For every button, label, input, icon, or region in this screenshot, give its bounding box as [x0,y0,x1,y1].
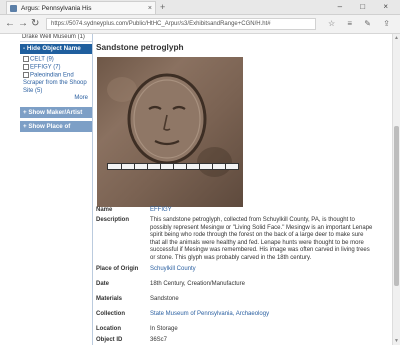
petroglyph-photo[interactable] [97,57,243,207]
checkbox-icon[interactable] [23,56,29,62]
checkbox-icon[interactable] [23,64,29,71]
facet-item[interactable]: CELT (9) [23,56,90,64]
name-link[interactable]: EFFIGY [150,207,375,215]
scrollbar-thumb[interactable] [394,126,399,286]
collection-link[interactable]: State Museum of Pennsylvania, Archaeolog… [150,311,375,319]
show-maker-artist-toggle[interactable]: + Show Maker/Artist [20,106,92,118]
facet-item[interactable]: Paleoindian End Scraper from the Shoop S… [23,72,90,95]
hide-object-name-toggle[interactable]: - Hide Object Name [20,44,92,54]
facet-sidebar: Drake Well Museum (1) - Hide Object Name… [20,34,92,345]
window-controls[interactable]: – □ × [338,0,396,14]
more-link[interactable]: More [23,95,90,103]
back-arrow-icon[interactable]: ← [5,17,15,31]
tab-title: Argus: Pennsylvania His [21,5,92,12]
page-content: Drake Well Museum (1) - Hide Object Name… [0,34,392,345]
object-name-facet-list: CELT (9) EFFIGY (7) Paleoindian End Scra… [20,54,92,104]
page-scrollbar[interactable]: ▲ ▼ [392,34,400,345]
record-detail: Sandstone petroglyph Name EFFIGY Descrip… [92,34,379,345]
measurement-scale [107,163,239,170]
tab-close-icon[interactable]: × [148,2,152,14]
checkbox-icon[interactable] [23,72,29,79]
scroll-up-icon[interactable]: ▲ [394,35,399,41]
browser-titlebar: Argus: Pennsylvania His × + – □ × [0,0,400,15]
show-place-of-origin-toggle[interactable]: + Show Place of Origin [20,120,92,139]
browser-tab[interactable]: Argus: Pennsylvania His × [6,1,156,14]
scroll-down-icon[interactable]: ▼ [394,338,399,344]
facet-item-drake-well[interactable]: Drake Well Museum (1) [20,34,92,42]
description-text: This sandstone petroglyph, collected fro… [150,217,373,261]
facet-item[interactable]: EFFIGY (7) [23,64,90,72]
forward-arrow-icon[interactable]: → [18,17,28,31]
address-bar[interactable]: https://5074.sydneyplus.com/Public/HtHC_… [46,18,316,30]
refresh-icon[interactable]: ↻ [31,17,39,31]
record-title: Sandstone petroglyph [96,42,184,52]
tab-favicon-icon [10,5,17,12]
browser-navbar: ← → ↻ https://5074.sydneyplus.com/Public… [0,15,400,42]
place-of-origin-link[interactable]: Schuylkill County [150,266,375,274]
new-tab-button[interactable]: + [160,1,165,13]
carved-face-drawing [127,73,207,165]
